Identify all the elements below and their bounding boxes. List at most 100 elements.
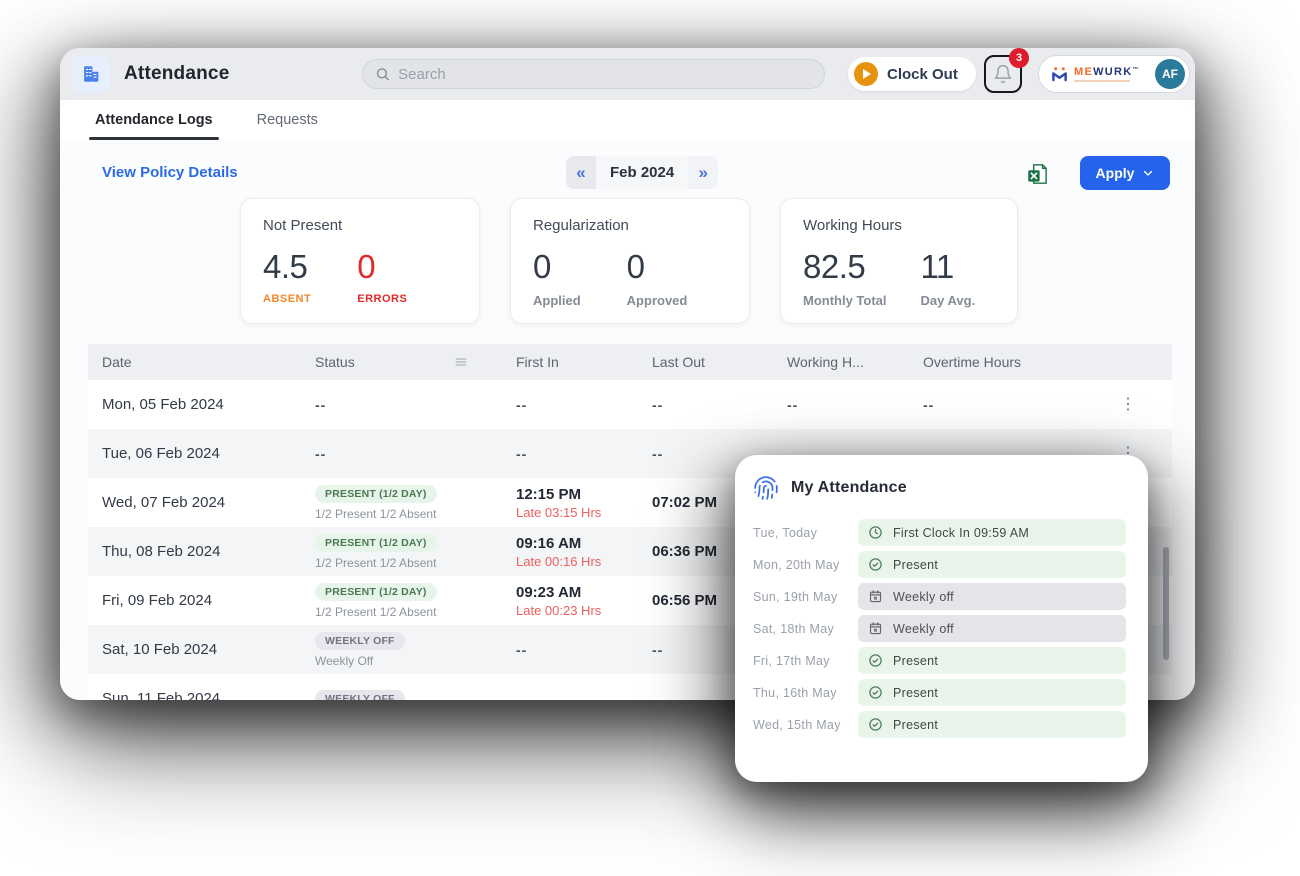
stat-value: 0 bbox=[357, 248, 407, 286]
card-regularization: Regularization 0 Applied 0 Approved bbox=[510, 198, 750, 324]
attendance-entry: Tue, Today First Clock In 09:59 AM bbox=[753, 519, 1126, 546]
row-date: Tue, 06 Feb 2024 bbox=[102, 445, 315, 462]
column-overtime-hours[interactable]: Overtime Hours bbox=[923, 354, 1098, 370]
entry-status-pill: Weekly off bbox=[858, 615, 1126, 642]
check-circle-icon bbox=[868, 653, 883, 668]
avatar[interactable]: AF bbox=[1155, 59, 1185, 89]
column-last-out[interactable]: Last Out bbox=[652, 354, 787, 370]
clock-out-button[interactable]: Clock Out bbox=[848, 57, 976, 91]
stat-absent: 4.5 ABSENT bbox=[263, 248, 311, 305]
table-scrollbar[interactable] bbox=[1163, 547, 1169, 660]
app-header: Attendance Clock Out 3 bbox=[60, 48, 1195, 100]
stat-label: ERRORS bbox=[357, 293, 407, 305]
table-header: Date Status First In Last Out Working H.… bbox=[88, 344, 1172, 380]
stat-approved: 0 Approved bbox=[627, 248, 688, 308]
calendar-off-icon bbox=[868, 589, 883, 604]
export-excel-button[interactable] bbox=[1025, 161, 1051, 187]
entry-day: Sat, 18th May bbox=[753, 622, 858, 636]
first-in-time: 12:15 PM bbox=[516, 486, 652, 503]
row-date: Wed, 07 Feb 2024 bbox=[102, 494, 315, 511]
tab-attendance-logs[interactable]: Attendance Logs bbox=[95, 100, 213, 140]
stat-label: Day Avg. bbox=[921, 293, 976, 308]
attendance-entry: Sun, 19th May Weekly off bbox=[753, 583, 1126, 610]
notification-count-badge: 3 bbox=[1009, 48, 1029, 68]
row-date: Sun, 11 Feb 2024 bbox=[102, 690, 315, 700]
status-subtext: 1/2 Present 1/2 Absent bbox=[315, 605, 516, 619]
stat-errors: 0 ERRORS bbox=[357, 248, 407, 305]
my-attendance-title: My Attendance bbox=[791, 479, 907, 497]
stat-label: Approved bbox=[627, 293, 688, 308]
attendance-entry: Mon, 20th May Present bbox=[753, 551, 1126, 578]
stat-value: 0 bbox=[627, 248, 688, 286]
building-icon bbox=[80, 63, 102, 85]
row-date: Sat, 10 Feb 2024 bbox=[102, 641, 315, 658]
entry-day: Sun, 19th May bbox=[753, 590, 858, 604]
current-month-label: Feb 2024 bbox=[596, 156, 688, 189]
next-month-button[interactable]: » bbox=[688, 156, 718, 189]
check-circle-icon bbox=[868, 685, 883, 700]
entry-status-pill: Present bbox=[858, 647, 1126, 674]
search-input[interactable] bbox=[398, 66, 812, 83]
column-working-hours[interactable]: Working H... bbox=[787, 354, 923, 370]
stat-value: 0 bbox=[533, 248, 581, 286]
stat-applied: 0 Applied bbox=[533, 248, 581, 308]
excel-icon bbox=[1025, 161, 1051, 187]
entry-status-pill: Present bbox=[858, 551, 1126, 578]
stat-label: Monthly Total bbox=[803, 293, 887, 308]
status-badge: WEEKLY OFF bbox=[315, 632, 405, 650]
row-status: PRESENT (1/2 DAY) 1/2 Present 1/2 Absent bbox=[315, 484, 516, 521]
clock-icon bbox=[868, 525, 883, 540]
search-bar[interactable] bbox=[362, 59, 825, 89]
entry-status-text: Present bbox=[893, 718, 938, 732]
entry-day: Tue, Today bbox=[753, 526, 858, 540]
clock-out-label: Clock Out bbox=[887, 66, 958, 83]
row-date: Mon, 05 Feb 2024 bbox=[102, 396, 315, 413]
my-attendance-header: My Attendance bbox=[753, 475, 1126, 501]
row-first-in: -- bbox=[516, 397, 652, 413]
status-subtext: 1/2 Present 1/2 Absent bbox=[315, 556, 516, 570]
status-subtext: Weekly Off bbox=[315, 654, 516, 668]
tab-requests[interactable]: Requests bbox=[257, 100, 318, 140]
entry-status-pill: Present bbox=[858, 711, 1126, 738]
stat-value: 11 bbox=[921, 248, 976, 286]
brand-text-wurk: WURK bbox=[1093, 66, 1132, 78]
previous-month-button[interactable]: « bbox=[566, 156, 596, 189]
account-menu[interactable]: MEWURK™ AF bbox=[1038, 55, 1190, 93]
entry-day: Mon, 20th May bbox=[753, 558, 858, 572]
row-working-hours: -- bbox=[787, 397, 923, 413]
status-badge: PRESENT (1/2 DAY) bbox=[315, 534, 437, 552]
entry-status-text: Weekly off bbox=[893, 590, 954, 604]
column-status[interactable]: Status bbox=[315, 354, 516, 370]
row-status: PRESENT (1/2 DAY) 1/2 Present 1/2 Absent bbox=[315, 582, 516, 619]
row-status: -- bbox=[315, 446, 516, 462]
row-status: WEEKLY OFF bbox=[315, 689, 516, 700]
entry-status-pill: First Clock In 09:59 AM bbox=[858, 519, 1126, 546]
filter-icon[interactable] bbox=[454, 355, 468, 369]
brand-text-me: ME bbox=[1074, 66, 1093, 78]
column-date[interactable]: Date bbox=[102, 354, 315, 370]
card-working-hours: Working Hours 82.5 Monthly Total 11 Day … bbox=[780, 198, 1018, 324]
first-in-time: 09:16 AM bbox=[516, 535, 652, 552]
entry-day: Wed, 15th May bbox=[753, 718, 858, 732]
month-navigator: « Feb 2024 » bbox=[566, 156, 718, 189]
entry-status-text: Present bbox=[893, 686, 938, 700]
row-actions-menu[interactable]: ⋮ bbox=[1120, 397, 1172, 413]
notifications-button[interactable]: 3 bbox=[984, 55, 1022, 93]
stat-value: 4.5 bbox=[263, 248, 311, 286]
entry-status-pill: Present bbox=[858, 679, 1126, 706]
late-note: Late 00:16 Hrs bbox=[516, 554, 652, 569]
bell-icon bbox=[993, 64, 1013, 84]
row-first-in: 09:16 AM Late 00:16 Hrs bbox=[516, 535, 652, 569]
row-date: Thu, 08 Feb 2024 bbox=[102, 543, 315, 560]
brand-tagline bbox=[1074, 80, 1130, 82]
apply-button[interactable]: Apply bbox=[1080, 156, 1170, 190]
brand-trademark: ™ bbox=[1133, 67, 1140, 73]
table-row[interactable]: Mon, 05 Feb 2024 -- -- -- -- -- ⋮ bbox=[88, 380, 1172, 429]
row-first-in: 09:23 AM Late 00:23 Hrs bbox=[516, 584, 652, 618]
entry-status-text: Present bbox=[893, 654, 938, 668]
attendance-entry: Fri, 17th May Present bbox=[753, 647, 1126, 674]
view-policy-details-link[interactable]: View Policy Details bbox=[102, 164, 238, 181]
late-note: Late 00:23 Hrs bbox=[516, 603, 652, 618]
column-first-in[interactable]: First In bbox=[516, 354, 652, 370]
attendance-entry: Sat, 18th May Weekly off bbox=[753, 615, 1126, 642]
